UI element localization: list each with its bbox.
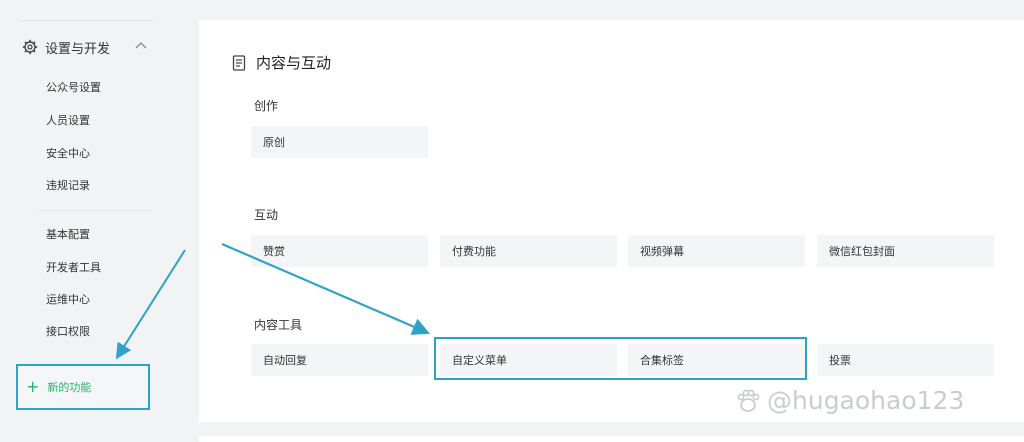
paw-logo-icon — [737, 389, 760, 412]
watermark-text: @hugaohao123 — [767, 386, 965, 415]
annotation-arrow-to-new-feature — [115, 249, 186, 360]
watermark: @hugaohao123 — [735, 386, 964, 415]
annotation-arrow-to-custom-menu — [221, 242, 431, 335]
annotation-arrows — [115, 242, 431, 360]
